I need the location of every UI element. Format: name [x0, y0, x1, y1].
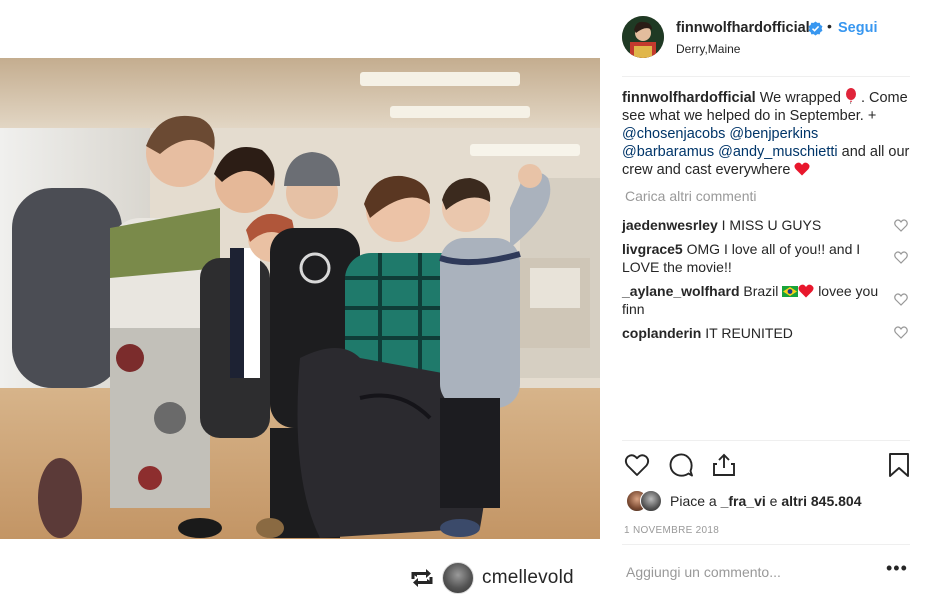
likes-middle: e	[769, 493, 778, 509]
post-date[interactable]: 1 NOVEMBRE 2018	[624, 525, 719, 536]
comment-text: Brazil	[743, 283, 779, 299]
repost-credit[interactable]: cmellevold	[410, 562, 574, 594]
photo-illustration	[0, 58, 600, 539]
mention-chosenjacobs[interactable]: @chosenjacobs	[622, 126, 725, 142]
comment-input[interactable]	[624, 559, 868, 585]
post-sidebar: finnwolfhardofficial • Segui Derry,Maine…	[622, 0, 910, 598]
comment-divider	[622, 544, 910, 545]
likes-text: Piace a _fra_vi e altri 845.804	[670, 493, 862, 509]
balloon-emoji-icon	[845, 88, 856, 104]
post-photo[interactable]	[0, 58, 600, 539]
post-header: finnwolfhardofficial • Segui Derry,Maine	[622, 14, 910, 62]
comment-text: IT REUNITED	[705, 325, 793, 341]
comment-text: I MISS U GUYS	[721, 217, 822, 233]
post-location[interactable]: Derry,Maine	[676, 42, 740, 56]
action-bar	[622, 452, 910, 480]
comment-item: livgrace5 OMG I love all of you!! and I …	[622, 240, 887, 276]
likes-user[interactable]: _fra_vi	[721, 493, 766, 509]
comment-heart-icon[interactable]	[894, 326, 908, 339]
share-icon[interactable]	[711, 452, 737, 478]
bookmark-icon[interactable]	[886, 452, 912, 478]
repost-username[interactable]: cmellevold	[482, 567, 574, 589]
red-heart-emoji-icon	[794, 162, 811, 176]
header-divider	[622, 76, 910, 77]
add-comment-bar: •••	[622, 553, 910, 593]
heart-icon[interactable]	[624, 452, 650, 478]
repost-avatar[interactable]	[442, 562, 474, 594]
red-heart-emoji-icon	[798, 284, 814, 298]
repost-icon	[411, 569, 433, 587]
mention-benjperkins[interactable]: @benjperkins	[729, 126, 818, 142]
comment-username[interactable]: jaedenwesrley	[622, 217, 718, 233]
separator-dot: •	[827, 18, 832, 34]
liker-avatar	[640, 490, 662, 512]
actions-divider	[622, 440, 910, 441]
comment-username[interactable]: coplanderin	[622, 325, 701, 341]
post-caption: finnwolfhardofficial We wrapped . Come s…	[622, 88, 912, 179]
avatar[interactable]	[622, 16, 664, 58]
likes-prefix: Piace a	[670, 493, 717, 509]
avatar-photo	[622, 16, 664, 58]
comment-username[interactable]: _aylane_wolfhard	[622, 283, 740, 299]
comment-bubble-icon[interactable]	[668, 452, 694, 478]
comment-item: _aylane_wolfhard Brazil lovee you finn	[622, 282, 887, 318]
load-more-comments[interactable]: Carica altri commenti	[625, 188, 756, 204]
comment-username[interactable]: livgrace5	[622, 241, 683, 257]
more-options-button[interactable]: •••	[886, 558, 908, 579]
follow-button[interactable]: Segui	[838, 20, 877, 36]
comment-item: jaedenwesrley I MISS U GUYS	[622, 216, 887, 234]
likes-count[interactable]: altri 845.804	[781, 493, 861, 509]
mention-andy-muschietti[interactable]: @andy_muschietti	[718, 144, 838, 160]
caption-username[interactable]: finnwolfhardofficial	[622, 90, 756, 106]
post-username[interactable]: finnwolfhardofficial	[676, 20, 810, 36]
comment-heart-icon[interactable]	[894, 219, 908, 232]
mention-barbaramus[interactable]: @barbaramus	[622, 144, 714, 160]
verified-badge-icon	[808, 21, 823, 36]
comment-item: coplanderin IT REUNITED	[622, 324, 887, 342]
likes-summary[interactable]: Piace a _fra_vi e altri 845.804	[626, 490, 906, 512]
caption-text-1: We wrapped	[759, 90, 841, 106]
brazil-flag-icon	[782, 286, 799, 297]
comment-heart-icon[interactable]	[894, 251, 908, 264]
comment-heart-icon[interactable]	[894, 293, 908, 306]
